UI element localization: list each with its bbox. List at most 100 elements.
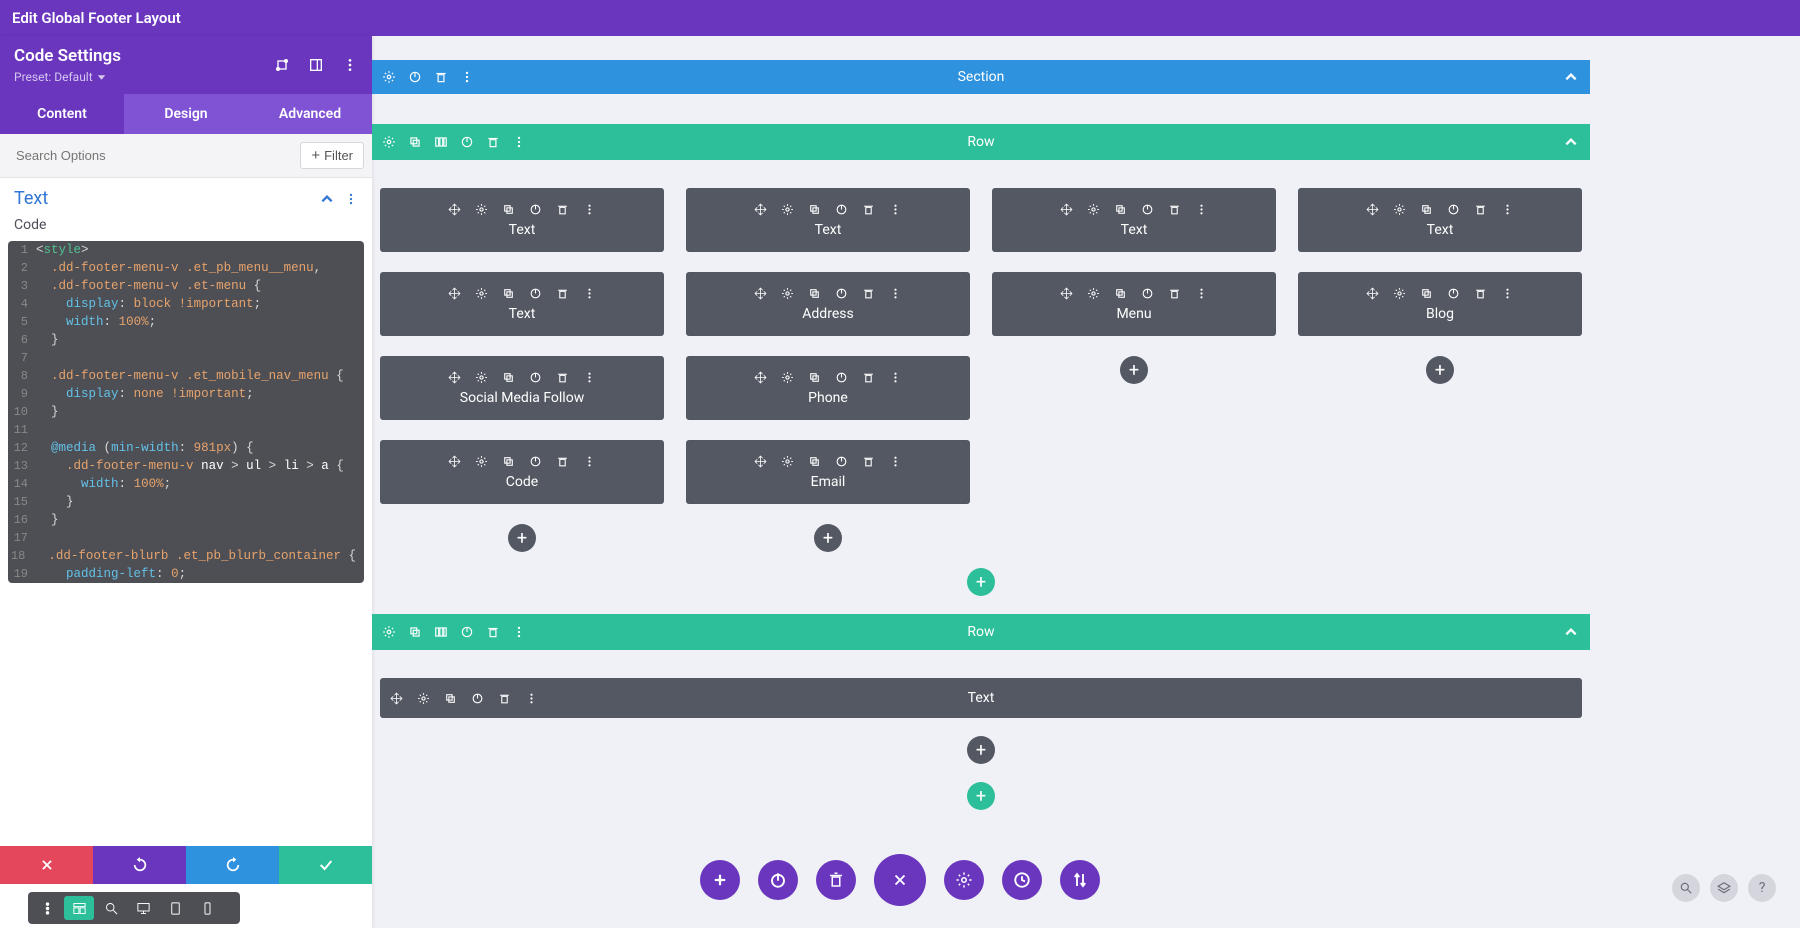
gear-icon[interactable] <box>781 203 794 216</box>
move-icon[interactable] <box>448 371 461 384</box>
trash-icon[interactable] <box>556 287 569 300</box>
gear-icon[interactable] <box>781 371 794 384</box>
add-section-button[interactable] <box>700 860 740 900</box>
move-icon[interactable] <box>754 371 767 384</box>
duplicate-icon[interactable] <box>502 371 515 384</box>
code-editor[interactable]: 1<style>2 .dd-footer-menu-v .et_pb_menu_… <box>8 241 364 583</box>
trash-icon[interactable] <box>556 455 569 468</box>
add-row-button[interactable]: + <box>967 782 995 810</box>
power-icon[interactable] <box>460 625 474 639</box>
add-module-button[interactable]: + <box>508 524 536 552</box>
gear-icon[interactable] <box>382 135 396 149</box>
preset-selector[interactable]: Preset: Default <box>14 70 121 84</box>
undo-button[interactable] <box>93 846 186 884</box>
section-header[interactable]: Text <box>0 178 372 213</box>
move-icon[interactable] <box>1366 203 1379 216</box>
code-line[interactable]: 6 } <box>8 331 364 349</box>
more-icon[interactable] <box>583 287 596 300</box>
chevron-up-icon[interactable] <box>1564 70 1578 84</box>
add-module-button[interactable]: + <box>1426 356 1454 384</box>
move-icon[interactable] <box>390 692 403 705</box>
gear-icon[interactable] <box>475 287 488 300</box>
view-zoom-button[interactable] <box>96 896 126 920</box>
search-help-button[interactable] <box>1672 874 1700 902</box>
code-line[interactable]: 1<style> <box>8 241 364 259</box>
power-button[interactable] <box>758 860 798 900</box>
move-icon[interactable] <box>448 287 461 300</box>
gear-icon[interactable] <box>382 70 396 84</box>
trash-icon[interactable] <box>862 287 875 300</box>
move-icon[interactable] <box>448 455 461 468</box>
code-line[interactable]: 17 <box>8 529 364 547</box>
power-icon[interactable] <box>529 203 542 216</box>
search-input[interactable] <box>8 142 300 169</box>
more-icon[interactable] <box>1501 287 1514 300</box>
more-icon[interactable] <box>583 455 596 468</box>
duplicate-icon[interactable] <box>444 692 457 705</box>
power-icon[interactable] <box>460 135 474 149</box>
duplicate-icon[interactable] <box>1420 287 1433 300</box>
more-icon[interactable] <box>342 57 358 73</box>
gear-icon[interactable] <box>417 692 430 705</box>
layers-button[interactable] <box>1710 874 1738 902</box>
move-icon[interactable] <box>1060 203 1073 216</box>
more-icon[interactable] <box>525 692 538 705</box>
gear-icon[interactable] <box>382 625 396 639</box>
more-icon[interactable] <box>1195 203 1208 216</box>
more-icon[interactable] <box>889 371 902 384</box>
code-line[interactable]: 5 width: 100%; <box>8 313 364 331</box>
cancel-button[interactable] <box>0 846 93 884</box>
code-line[interactable]: 2 .dd-footer-menu-v .et_pb_menu__menu, <box>8 259 364 277</box>
gear-icon[interactable] <box>781 287 794 300</box>
code-line[interactable]: 13 .dd-footer-menu-v nav > ul > li > a { <box>8 457 364 475</box>
power-icon[interactable] <box>835 203 848 216</box>
power-icon[interactable] <box>1447 287 1460 300</box>
more-icon[interactable] <box>512 135 526 149</box>
add-module-button[interactable]: + <box>967 736 995 764</box>
chevron-up-icon[interactable] <box>1564 625 1578 639</box>
view-desktop-button[interactable] <box>128 896 158 920</box>
row-bar[interactable]: Row <box>372 124 1590 160</box>
power-icon[interactable] <box>529 455 542 468</box>
trash-icon[interactable] <box>486 135 500 149</box>
move-icon[interactable] <box>1060 287 1073 300</box>
more-icon[interactable] <box>1501 203 1514 216</box>
gear-icon[interactable] <box>1393 287 1406 300</box>
trash-icon[interactable] <box>1168 287 1181 300</box>
power-icon[interactable] <box>408 70 422 84</box>
code-line[interactable]: 16 } <box>8 511 364 529</box>
gear-icon[interactable] <box>1393 203 1406 216</box>
code-line[interactable]: 10 } <box>8 403 364 421</box>
code-line[interactable]: 9 display: none !important; <box>8 385 364 403</box>
tab-design[interactable]: Design <box>124 94 248 134</box>
view-more-button[interactable] <box>32 896 62 920</box>
arrange-button[interactable] <box>1060 860 1100 900</box>
trash-icon[interactable] <box>1168 203 1181 216</box>
chevron-up-icon[interactable] <box>1564 135 1578 149</box>
power-icon[interactable] <box>1141 287 1154 300</box>
trash-icon[interactable] <box>1474 287 1487 300</box>
module[interactable]: Text <box>380 272 664 336</box>
tab-advanced[interactable]: Advanced <box>248 94 372 134</box>
gear-icon[interactable] <box>1087 287 1100 300</box>
view-tablet-button[interactable] <box>160 896 190 920</box>
duplicate-icon[interactable] <box>502 203 515 216</box>
more-icon[interactable] <box>344 192 358 206</box>
code-line[interactable]: 15 } <box>8 493 364 511</box>
duplicate-icon[interactable] <box>1420 203 1433 216</box>
row-bar[interactable]: Row <box>372 614 1590 650</box>
move-icon[interactable] <box>754 203 767 216</box>
more-icon[interactable] <box>583 203 596 216</box>
move-icon[interactable] <box>448 203 461 216</box>
module[interactable]: Text <box>992 188 1276 252</box>
gear-icon[interactable] <box>475 371 488 384</box>
power-icon[interactable] <box>1141 203 1154 216</box>
trash-icon[interactable] <box>486 625 500 639</box>
clear-button[interactable] <box>816 860 856 900</box>
code-line[interactable]: 19 padding-left: 0; <box>8 565 364 583</box>
section-bar[interactable]: Section <box>372 60 1590 94</box>
more-icon[interactable] <box>583 371 596 384</box>
power-icon[interactable] <box>1447 203 1460 216</box>
move-icon[interactable] <box>754 455 767 468</box>
page-settings-button[interactable] <box>944 860 984 900</box>
